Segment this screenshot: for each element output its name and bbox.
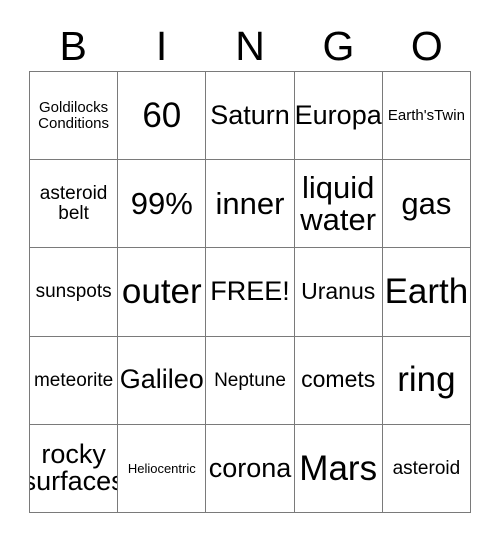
bingo-cell-o2[interactable]: gas [382, 160, 471, 249]
bingo-cell-i5[interactable]: Heliocentric [118, 424, 207, 513]
bingo-cell-g4[interactable]: comets [294, 336, 383, 425]
bingo-cell-o1[interactable]: Earth'sTwin [382, 72, 471, 161]
bingo-cell-b4[interactable]: meteorite [30, 336, 119, 425]
bingo-grid: Goldilocks Conditions 60 Saturn Europa E… [29, 71, 471, 513]
bingo-cell-n5[interactable]: corona [206, 424, 295, 513]
bingo-cell-o4[interactable]: ring [382, 336, 471, 425]
bingo-cell-o5[interactable]: asteroid [382, 424, 471, 513]
bingo-cell-o3[interactable]: Earth [382, 248, 471, 337]
header-letter-g: G [322, 23, 355, 69]
bingo-cell-b1[interactable]: Goldilocks Conditions [30, 72, 119, 161]
bingo-cell-n2[interactable]: inner [206, 160, 295, 249]
bingo-cell-b3[interactable]: sunspots [30, 248, 119, 337]
header-letter-n: N [235, 23, 265, 69]
bingo-cell-g2[interactable]: liquid water [294, 160, 383, 249]
bingo-cell-i1[interactable]: 60 [118, 72, 207, 161]
bingo-cell-g1[interactable]: Europa [294, 72, 383, 161]
bingo-cell-b5[interactable]: rocky surfaces [30, 424, 119, 513]
bingo-cell-free[interactable]: FREE! [206, 248, 295, 337]
bingo-cell-n1[interactable]: Saturn [206, 72, 295, 161]
bingo-card: B I N G O Goldilocks Conditions 60 Satur… [0, 0, 500, 544]
header-letter-o: O [410, 23, 443, 69]
header-letter-b: B [59, 23, 87, 69]
bingo-cell-g5[interactable]: Mars [294, 424, 383, 513]
bingo-cell-n4[interactable]: Neptune [206, 336, 295, 425]
bingo-cell-i4[interactable]: Galileo [118, 336, 207, 425]
bingo-cell-g3[interactable]: Uranus [294, 248, 383, 337]
bingo-cell-i2[interactable]: 99% [118, 160, 207, 249]
bingo-header: B I N G O [29, 22, 471, 71]
header-letter-i: I [155, 23, 168, 69]
bingo-cell-b2[interactable]: asteroid belt [30, 160, 119, 249]
bingo-cell-i3[interactable]: outer [118, 248, 207, 337]
